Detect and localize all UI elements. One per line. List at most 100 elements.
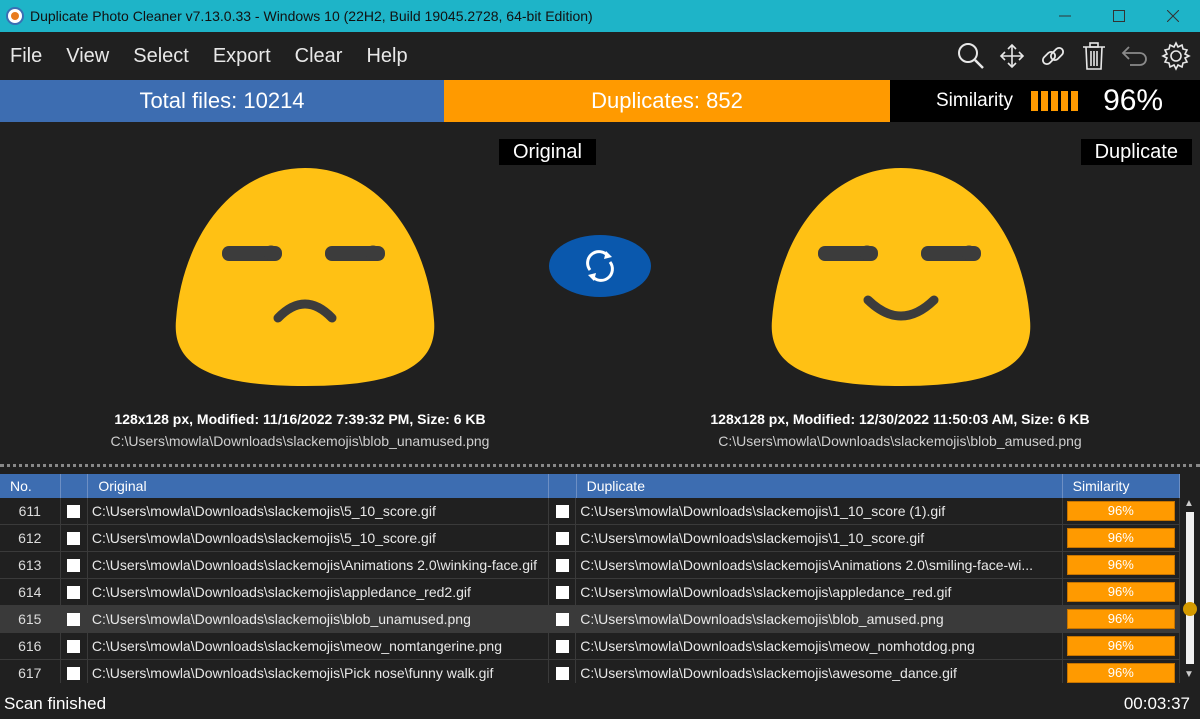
- duplicate-path-cell[interactable]: C:\Users\mowla\Downloads\slackemojis\Ani…: [576, 552, 1063, 579]
- table-row[interactable]: 612 C:\Users\mowla\Downloads\slackemojis\…: [0, 525, 1180, 552]
- checkbox-box[interactable]: [67, 532, 81, 545]
- menu-export[interactable]: Export: [201, 32, 283, 80]
- splitter[interactable]: [0, 464, 1200, 472]
- menu-help[interactable]: Help: [354, 32, 419, 80]
- duplicate-path-cell[interactable]: C:\Users\mowla\Downloads\slackemojis\1_1…: [576, 498, 1063, 525]
- similarity-panel: Similarity 96%: [890, 80, 1200, 122]
- scroll-up-arrow[interactable]: ▲: [1184, 498, 1194, 509]
- similarity-meter: [1031, 91, 1081, 111]
- header-check-original[interactable]: [61, 474, 89, 498]
- original-checkbox[interactable]: [61, 552, 88, 579]
- original-checkbox[interactable]: [61, 633, 88, 660]
- table-scrollbar[interactable]: ▲ ▼: [1182, 498, 1198, 680]
- row-number: 613: [0, 552, 61, 579]
- duplicate-checkbox[interactable]: [549, 552, 577, 579]
- checkbox-box[interactable]: [555, 559, 569, 572]
- checkbox-box[interactable]: [67, 667, 81, 680]
- original-path-cell[interactable]: C:\Users\mowla\Downloads\slackemojis\blo…: [88, 606, 549, 633]
- scroll-thumb[interactable]: [1183, 602, 1197, 616]
- elapsed-time: 00:03:37: [1123, 694, 1190, 713]
- menu-file[interactable]: File: [0, 32, 54, 80]
- link-button[interactable]: [1032, 32, 1073, 80]
- similarity-bar: 96%: [1066, 609, 1175, 629]
- similarity-bar: 96%: [1066, 501, 1175, 521]
- checkbox-box[interactable]: [67, 613, 81, 626]
- checkbox-box[interactable]: [67, 640, 81, 653]
- checkbox-box[interactable]: [555, 586, 569, 599]
- checkbox-box[interactable]: [67, 559, 81, 572]
- scroll-track[interactable]: [1186, 512, 1194, 664]
- original-checkbox[interactable]: [61, 525, 88, 552]
- original-checkbox[interactable]: [61, 498, 88, 525]
- menu-clear[interactable]: Clear: [283, 32, 355, 80]
- duplicate-path-cell[interactable]: C:\Users\mowla\Downloads\slackemojis\meo…: [576, 633, 1063, 660]
- original-checkbox[interactable]: [61, 579, 88, 606]
- duplicate-checkbox[interactable]: [549, 633, 577, 660]
- duplicate-path-cell[interactable]: C:\Users\mowla\Downloads\slackemojis\blo…: [576, 606, 1063, 633]
- table-row[interactable]: 613 C:\Users\mowla\Downloads\slackemojis\…: [0, 552, 1180, 579]
- duplicate-path-cell[interactable]: C:\Users\mowla\Downloads\slackemojis\awe…: [576, 660, 1063, 683]
- gear-icon: [1160, 41, 1191, 71]
- duplicate-checkbox[interactable]: [549, 525, 577, 552]
- checkbox-box[interactable]: [555, 613, 569, 626]
- move-button[interactable]: [991, 32, 1032, 80]
- similarity-cell: 96%: [1063, 579, 1180, 606]
- close-icon: [1167, 10, 1179, 22]
- checkbox-box[interactable]: [555, 640, 569, 653]
- header-similarity[interactable]: Similarity: [1063, 474, 1180, 498]
- header-duplicate[interactable]: Duplicate: [577, 474, 1063, 498]
- toolbar: [950, 32, 1196, 80]
- trash-icon: [1082, 42, 1105, 70]
- checkbox-box[interactable]: [555, 505, 569, 518]
- delete-button[interactable]: [1073, 32, 1114, 80]
- status-text: Scan finished: [4, 694, 107, 713]
- search-button[interactable]: [950, 32, 991, 80]
- original-path-cell[interactable]: C:\Users\mowla\Downloads\slackemojis\meo…: [88, 633, 549, 660]
- minimize-button[interactable]: [1038, 0, 1092, 32]
- scroll-down-arrow[interactable]: ▼: [1184, 669, 1194, 680]
- original-checkbox[interactable]: [61, 606, 88, 633]
- table-header: No. Original Duplicate Similarity: [0, 474, 1180, 498]
- similarity-bar: 96%: [1066, 663, 1175, 683]
- table-row[interactable]: 616 C:\Users\mowla\Downloads\slackemojis\…: [0, 633, 1180, 660]
- checkbox-box[interactable]: [555, 667, 569, 680]
- checkbox-box[interactable]: [67, 586, 81, 599]
- duplicate-path-cell[interactable]: C:\Users\mowla\Downloads\slackemojis\app…: [576, 579, 1063, 606]
- duplicate-checkbox[interactable]: [549, 579, 577, 606]
- duplicate-path-cell[interactable]: C:\Users\mowla\Downloads\slackemojis\1_1…: [576, 525, 1063, 552]
- table-row[interactable]: 611 C:\Users\mowla\Downloads\slackemojis\…: [0, 498, 1180, 525]
- original-path-cell[interactable]: C:\Users\mowla\Downloads\slackemojis\5_1…: [88, 498, 549, 525]
- row-number: 614: [0, 579, 61, 606]
- duplicate-checkbox[interactable]: [549, 498, 577, 525]
- original-path-cell[interactable]: C:\Users\mowla\Downloads\slackemojis\Ani…: [88, 552, 549, 579]
- checkbox-box[interactable]: [555, 532, 569, 545]
- header-check-duplicate[interactable]: [549, 474, 577, 498]
- close-button[interactable]: [1146, 0, 1200, 32]
- original-path-cell[interactable]: C:\Users\mowla\Downloads\slackemojis\5_1…: [88, 525, 549, 552]
- menu-select[interactable]: Select: [121, 32, 201, 80]
- swap-button[interactable]: [549, 235, 651, 297]
- duplicate-tag: Duplicate: [1080, 139, 1192, 165]
- similarity-cell: 96%: [1063, 498, 1180, 525]
- app-logo-icon: [6, 7, 24, 25]
- table-row[interactable]: 617 C:\Users\mowla\Downloads\slackemojis\…: [0, 660, 1180, 683]
- total-files: Total files: 10214: [0, 80, 444, 122]
- minimize-icon: [1059, 15, 1071, 17]
- maximize-button[interactable]: [1092, 0, 1146, 32]
- original-checkbox[interactable]: [61, 660, 88, 683]
- table-row[interactable]: 614 C:\Users\mowla\Downloads\slackemojis\…: [0, 579, 1180, 606]
- duplicate-checkbox[interactable]: [549, 606, 577, 633]
- undo-button[interactable]: [1114, 32, 1155, 80]
- checkbox-box[interactable]: [67, 505, 81, 518]
- table-row[interactable]: 615 C:\Users\mowla\Downloads\slackemojis\…: [0, 606, 1180, 633]
- original-path-cell[interactable]: C:\Users\mowla\Downloads\slackemojis\app…: [88, 579, 549, 606]
- similarity-value: 96%: [1103, 84, 1164, 117]
- header-original[interactable]: Original: [88, 474, 550, 498]
- menu-view[interactable]: View: [54, 32, 121, 80]
- header-no[interactable]: No.: [0, 474, 61, 498]
- original-path-cell[interactable]: C:\Users\mowla\Downloads\slackemojis\Pic…: [88, 660, 549, 683]
- status-bar: Scan finished 00:03:37: [0, 685, 1200, 719]
- settings-button[interactable]: [1155, 32, 1196, 80]
- duplicate-checkbox[interactable]: [549, 660, 577, 683]
- row-number: 612: [0, 525, 61, 552]
